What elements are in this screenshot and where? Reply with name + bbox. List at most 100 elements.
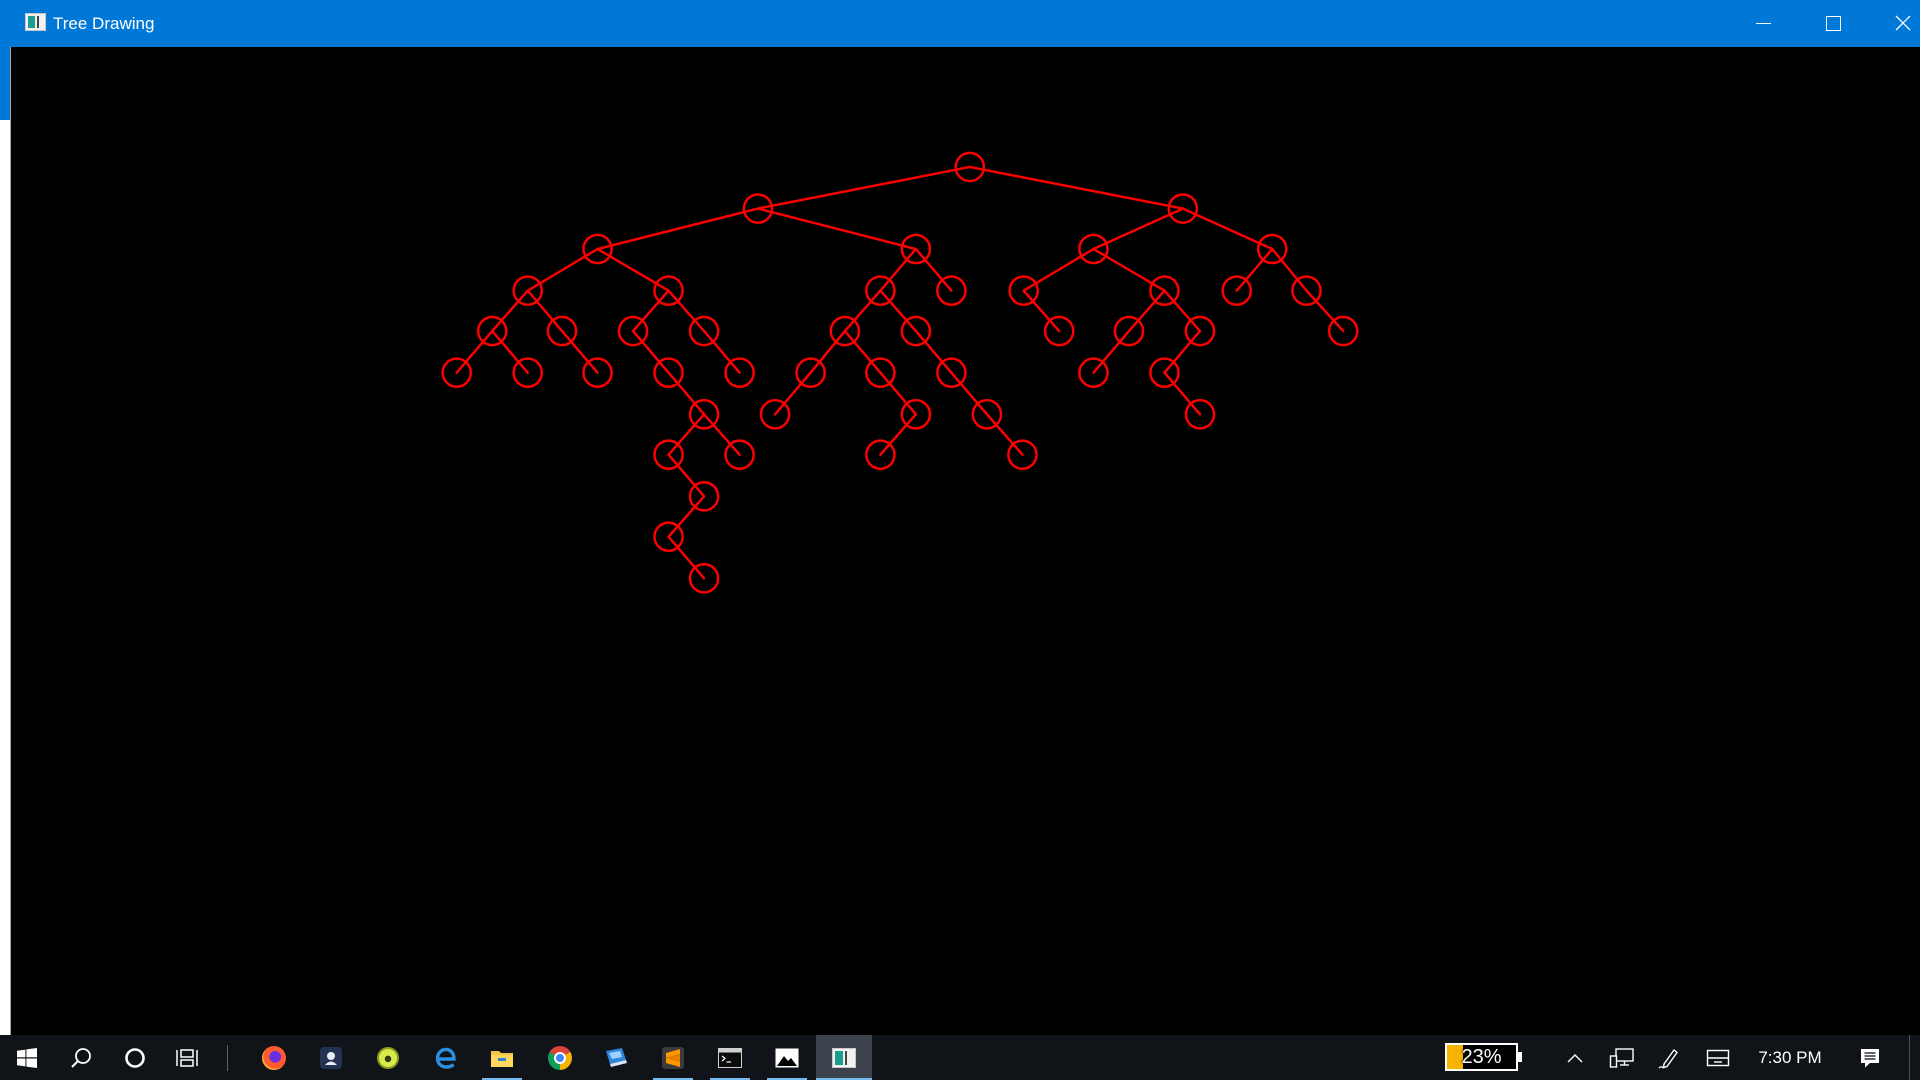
cortana-button[interactable] [108, 1035, 162, 1080]
background-window-edge [0, 47, 11, 1035]
tree-edge [667, 413, 706, 456]
tree-edge [702, 413, 741, 456]
tree-edge [491, 289, 529, 333]
chrome-icon [548, 1045, 572, 1070]
title-bar[interactable]: Tree Drawing [0, 0, 1920, 47]
touch-keyboard-icon [1706, 1049, 1730, 1066]
tree-edge [1235, 247, 1274, 292]
search-button[interactable] [54, 1035, 108, 1080]
tree-edge [1127, 289, 1166, 333]
tree-edge [1305, 289, 1345, 333]
window-title: Tree Drawing [53, 14, 155, 33]
tree-nodes [441, 151, 1359, 594]
command-prompt-icon [718, 1047, 742, 1068]
search-icon [71, 1047, 91, 1068]
tree-edge [526, 247, 599, 292]
tree-edge [879, 247, 918, 292]
tree-drawing-taskbar-button[interactable] [816, 1035, 872, 1080]
task-view-icon [176, 1048, 198, 1067]
maximize-button[interactable] [1798, 0, 1868, 47]
tree-edge [667, 289, 706, 333]
action-center-button[interactable] [1848, 1035, 1892, 1080]
firefox-icon [262, 1045, 286, 1070]
chrome-button[interactable] [532, 1035, 588, 1080]
tree-edge [756, 207, 918, 251]
windows-ink-icon [1658, 1048, 1678, 1068]
taskbar: 23% 7:30 PM [0, 1035, 1920, 1080]
tree-edge [968, 165, 1185, 210]
tree-edge [1022, 247, 1095, 292]
green-app-button[interactable] [360, 1035, 416, 1080]
battery-percent: 23% [1461, 1045, 1502, 1068]
tree-edge [455, 329, 494, 374]
tree-edge [985, 413, 1024, 456]
task-view-button[interactable] [160, 1035, 214, 1080]
tree-edge [631, 329, 670, 374]
tree-edge [1022, 289, 1061, 333]
sublime-text-button[interactable] [645, 1035, 701, 1080]
windows-ink-button[interactable] [1647, 1035, 1691, 1080]
background-window-accent [0, 47, 10, 120]
photos-button[interactable] [759, 1035, 815, 1080]
battery-indicator[interactable]: 23% [1445, 1043, 1518, 1071]
tree-drawing-app-icon [832, 1047, 856, 1068]
tree-edge [1163, 371, 1202, 416]
tree-edge [1163, 289, 1202, 333]
binary-tree-drawing [441, 151, 1359, 594]
tree-edge [756, 165, 972, 210]
tree-edge [879, 413, 918, 456]
tree-edge [950, 371, 989, 416]
maximize-icon [1826, 16, 1841, 31]
show-hidden-icons-button[interactable] [1557, 1035, 1593, 1080]
edge-button[interactable] [418, 1035, 474, 1080]
tree-edge [667, 535, 706, 580]
tree-edge [1271, 247, 1308, 292]
tree-edge [702, 329, 741, 374]
remote-desktop-icon [606, 1047, 627, 1067]
command-prompt-button[interactable] [702, 1035, 758, 1080]
drawing-canvas [11, 47, 1920, 1035]
green-circle-app-icon [377, 1046, 399, 1069]
photos-icon [775, 1048, 799, 1067]
dark-square-app-icon [320, 1046, 342, 1069]
show-desktop-button[interactable] [1909, 1035, 1920, 1080]
tree-edge [667, 495, 706, 538]
firefox-button[interactable] [246, 1035, 302, 1080]
windows-start-icon [17, 1047, 37, 1068]
tree-edge [667, 371, 706, 416]
minimize-icon [1756, 23, 1771, 24]
file-explorer-button[interactable] [474, 1035, 530, 1080]
dark-app-button[interactable] [303, 1035, 359, 1080]
sublime-text-icon [662, 1046, 684, 1069]
taskbar-separator [227, 1045, 228, 1071]
chevron-up-icon [1567, 1053, 1583, 1062]
edge-icon [435, 1047, 456, 1069]
network-icon [1609, 1047, 1634, 1068]
tree-edge [809, 329, 847, 374]
tree-edge [596, 247, 670, 292]
tree-edge [1092, 247, 1166, 292]
cortana-icon [125, 1047, 145, 1068]
minimize-button[interactable] [1728, 0, 1798, 47]
network-button[interactable] [1600, 1035, 1644, 1080]
remote-desktop-button[interactable] [588, 1035, 644, 1080]
close-icon [1895, 15, 1911, 31]
tree-edge [914, 329, 953, 374]
tree-edge [879, 371, 918, 416]
tree-edge [596, 207, 760, 251]
battery-terminal [1518, 1052, 1522, 1062]
file-explorer-icon [491, 1050, 513, 1067]
tree-edge [843, 289, 882, 333]
tree-drawing-app-icon[interactable] [25, 13, 46, 31]
tree-edge [773, 371, 812, 416]
tree-edge [1163, 329, 1202, 374]
clock-button[interactable]: 7:30 PM [1746, 1035, 1834, 1080]
start-button[interactable] [0, 1035, 54, 1080]
tree-edge [1092, 329, 1131, 374]
action-center-icon [1861, 1048, 1879, 1067]
touch-keyboard-button[interactable] [1696, 1035, 1740, 1080]
tree-edge [631, 289, 670, 333]
clock-time: 7:30 PM [1758, 1047, 1822, 1067]
tree-edge [879, 289, 918, 333]
close-button[interactable] [1868, 0, 1920, 47]
